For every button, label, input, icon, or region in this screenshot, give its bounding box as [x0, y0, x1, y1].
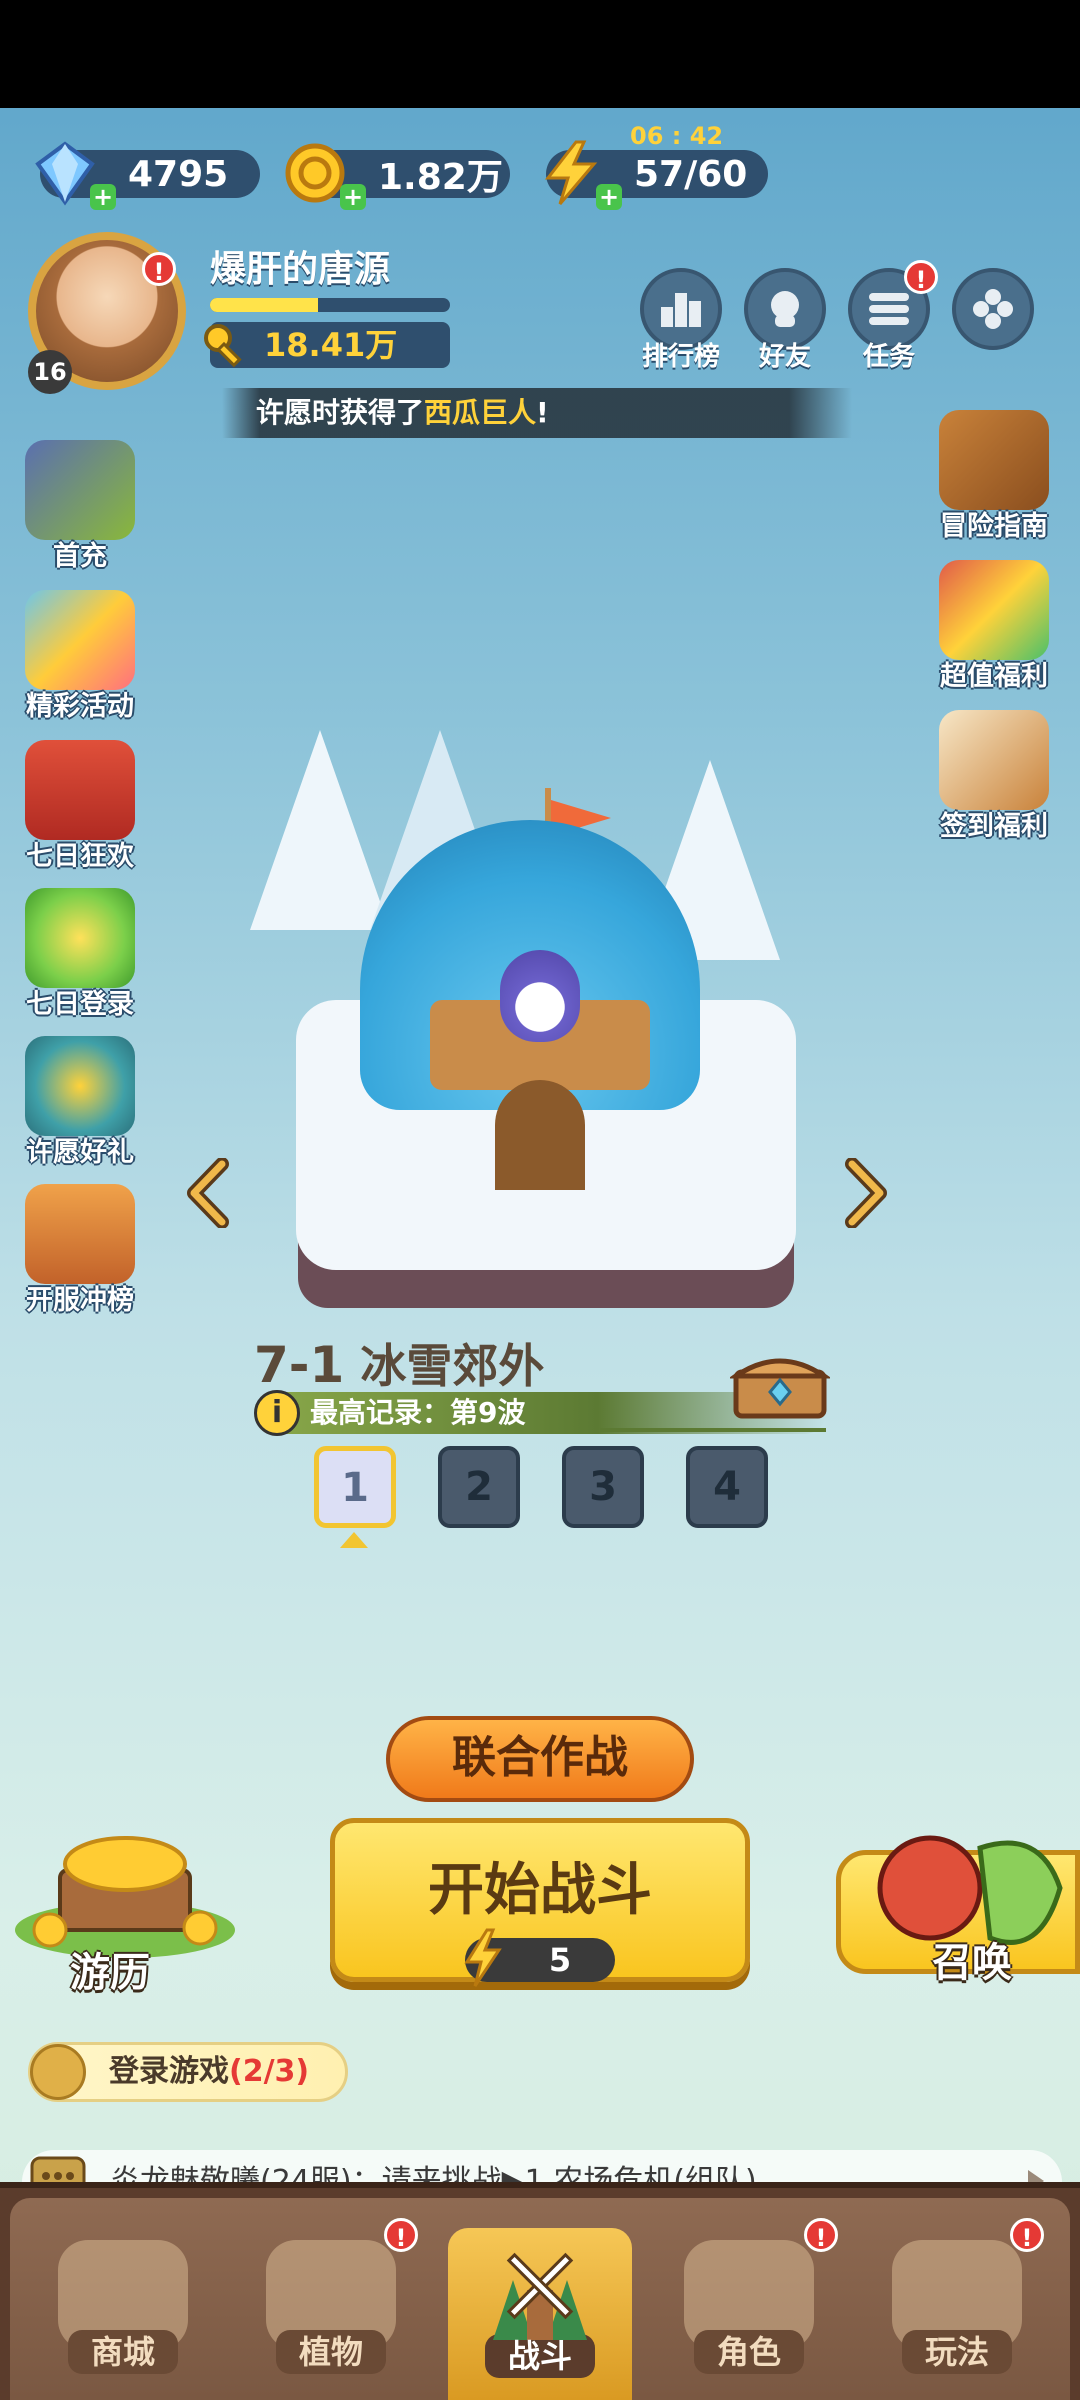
leaderboard-icon	[661, 293, 701, 327]
wish-lamp-icon	[25, 1036, 135, 1136]
add-energy-icon[interactable]: +	[596, 184, 622, 210]
leaderboard-label: 排行榜	[641, 342, 720, 372]
carnival-tent-icon	[25, 740, 135, 840]
nav-shop-label: 商城	[68, 2330, 178, 2374]
marquee-prefix: 许愿时获得了	[256, 396, 425, 429]
exp-bar	[210, 298, 450, 312]
seven-day-login-event[interactable]: 七日登录	[10, 888, 150, 1021]
exp-bar-fill	[210, 298, 318, 312]
treasure-pile-icon[interactable]	[10, 1820, 240, 1960]
tasks-label: 任务	[862, 342, 915, 372]
first-recharge-label: 首充	[53, 541, 107, 572]
seven-day-carnival-event[interactable]: 七日狂欢	[10, 740, 150, 873]
wish-gift-label: 许愿好礼	[26, 1137, 134, 1168]
add-coins-icon[interactable]: +	[340, 184, 366, 210]
tasks-alert-icon: !	[904, 260, 938, 294]
nav-character[interactable]: 角色	[664, 2230, 834, 2400]
energy-timer: 06 : 42	[630, 122, 724, 150]
selected-wave-pointer	[340, 1532, 368, 1548]
avatar-alert-icon: !	[142, 252, 176, 286]
more-menu-icon	[973, 289, 1013, 329]
first-recharge-event[interactable]: 首充	[10, 440, 150, 573]
key-icon	[204, 324, 242, 368]
energy-value: 57/60	[634, 153, 748, 195]
gift-card-icon	[939, 560, 1049, 660]
nav-character-label: 角色	[694, 2330, 804, 2374]
travel-label: 游历	[70, 1950, 150, 1996]
friends-icon	[771, 291, 799, 327]
activities-label: 精彩活动	[26, 691, 134, 722]
checkin-benefits-event[interactable]: 签到福利	[924, 710, 1064, 843]
seven-day-carnival-label: 七日狂欢	[26, 841, 134, 872]
nav-shop[interactable]: 商城	[38, 2230, 208, 2400]
nav-battle[interactable]: 战斗	[455, 2230, 625, 2400]
snow-tree-left	[250, 730, 390, 930]
marquee-suffix: !	[536, 396, 549, 429]
coop-battle-button[interactable]: 联合作战	[386, 1716, 694, 1802]
prev-stage-arrow-icon[interactable]	[186, 1158, 230, 1228]
coins-value: 1.82万	[378, 157, 503, 198]
wish-gift-event[interactable]: 许愿好礼	[10, 1036, 150, 1169]
character-alert-icon: !	[804, 2218, 838, 2252]
summon-label: 召唤	[932, 1940, 1012, 1986]
nav-plants-label: 植物	[276, 2330, 386, 2374]
start-battle-button[interactable]: 开始战斗 5	[330, 1818, 750, 1987]
quest-progress: (2/3)	[229, 2054, 310, 2089]
start-battle-label: 开始战斗	[428, 1858, 652, 1923]
marquee-highlight: 西瓜巨人	[424, 396, 537, 429]
record-divider	[600, 1428, 826, 1432]
player-name: 爆肝的唐源	[210, 249, 391, 290]
nav-gameplay-label: 玩法	[902, 2330, 1012, 2374]
wave-4-tab[interactable]: 4	[686, 1446, 768, 1528]
info-icon[interactable]: i	[254, 1390, 300, 1436]
party-horn-icon	[25, 590, 135, 690]
stage-title: 7-1 冰雪郊外	[254, 1330, 544, 1396]
adventure-guide-label: 冒险指南	[940, 511, 1048, 542]
gems-value: 4795	[128, 153, 229, 195]
server-ranking-label: 开服冲榜	[26, 1285, 134, 1316]
stage-name: 冰雪郊外	[360, 1339, 545, 1393]
nav-gameplay[interactable]: 玩法	[872, 2230, 1042, 2400]
gems-counter[interactable]: + 4795	[35, 141, 260, 210]
announcement-marquee: 许愿时获得了西瓜巨人!	[222, 388, 852, 438]
stage-code: 7-1	[254, 1336, 345, 1394]
igloo-door	[495, 1080, 585, 1190]
quest-icon	[30, 2044, 86, 2100]
calendar-seven-icon	[25, 888, 135, 988]
value-benefits-label: 超值福利	[940, 661, 1048, 692]
lightning-icon	[464, 1928, 502, 1987]
blaster-icon	[25, 440, 135, 540]
gameplay-alert-icon: !	[1010, 2218, 1044, 2252]
seven-day-login-label: 七日登录	[26, 989, 134, 1020]
system-status-bar	[0, 0, 1080, 108]
tasks-icon	[869, 293, 909, 325]
activities-event[interactable]: 精彩活动	[10, 590, 150, 723]
player-level: 16	[28, 350, 72, 394]
energy-counter[interactable]: + 57/60	[544, 140, 768, 210]
nav-plants[interactable]: 植物	[246, 2230, 416, 2400]
add-gems-icon[interactable]: +	[90, 184, 116, 210]
trophy-crown-icon	[25, 1184, 135, 1284]
friends-label: 好友	[758, 342, 811, 372]
value-benefits-event[interactable]: 超值福利	[924, 560, 1064, 693]
checkin-calendar-icon	[939, 710, 1049, 810]
wave-2-tab[interactable]: 2	[438, 1446, 520, 1528]
treasure-chest-icon[interactable]	[730, 1346, 830, 1420]
penguin-icon	[500, 950, 580, 1042]
wave-3-tab[interactable]: 3	[562, 1446, 644, 1528]
checkin-benefits-label: 签到福利	[940, 811, 1048, 842]
more-menu-button[interactable]	[952, 268, 1034, 350]
next-stage-arrow-icon[interactable]	[844, 1158, 888, 1228]
energy-cost-value: 5	[548, 1941, 572, 1979]
energy-cost: 5	[464, 1928, 615, 1987]
wave-1-tab[interactable]: 1	[314, 1446, 396, 1528]
guide-book-icon	[939, 410, 1049, 510]
quest-label: 登录游戏	[109, 2054, 229, 2089]
server-ranking-event[interactable]: 开服冲榜	[10, 1184, 150, 1317]
coins-counter[interactable]: + 1.82万	[285, 143, 510, 210]
plants-alert-icon: !	[384, 2218, 418, 2252]
adventure-guide-event[interactable]: 冒险指南	[924, 410, 1064, 543]
